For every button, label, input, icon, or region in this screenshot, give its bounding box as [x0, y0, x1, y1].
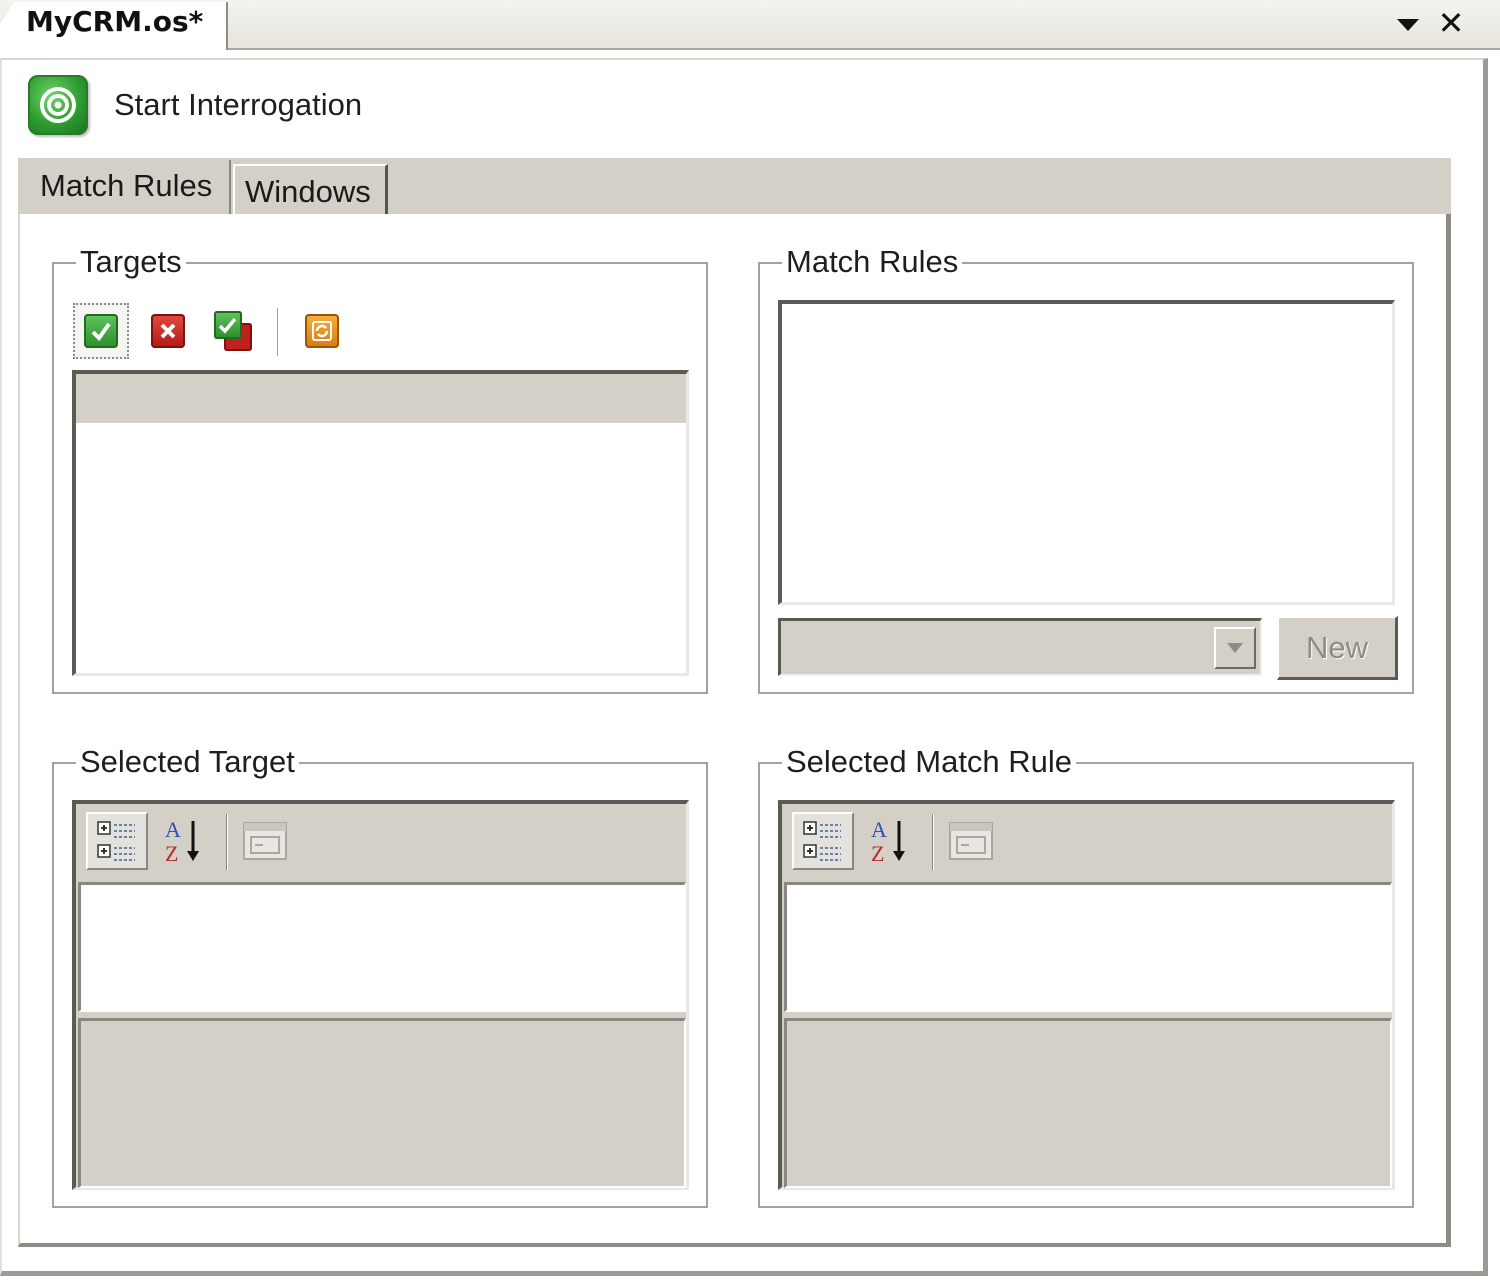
- alphabetical-sort-icon: A Z: [871, 817, 905, 865]
- document-tab-strip: MyCRM.os* ✕: [0, 0, 1500, 50]
- document-tab-title[interactable]: MyCRM.os*: [26, 2, 203, 42]
- property-description-pane: [78, 1018, 686, 1188]
- categorized-button[interactable]: [86, 812, 148, 870]
- check-multiple-icon: [212, 309, 256, 353]
- selected-match-rule-property-grid: A Z: [778, 800, 1395, 1190]
- combo-dropdown-icon[interactable]: [1214, 627, 1256, 669]
- svg-text:A: A: [165, 817, 181, 842]
- start-interrogation-label: Start Interrogation: [114, 87, 363, 122]
- tab-windows[interactable]: Windows: [233, 164, 388, 216]
- chevron-down-icon[interactable]: [1394, 15, 1422, 35]
- alphabetical-sort-button[interactable]: A Z: [858, 812, 920, 870]
- selected-target-property-grid: A Z: [72, 800, 689, 1190]
- targets-list-header: [76, 374, 686, 423]
- categorized-icon: [97, 821, 135, 861]
- check-multiple-button[interactable]: [206, 303, 262, 359]
- check-icon: [84, 314, 118, 348]
- refresh-button[interactable]: [294, 303, 350, 359]
- property-pages-icon: [243, 822, 287, 860]
- toolbar-separator: [932, 814, 934, 870]
- categorized-icon: [803, 821, 841, 861]
- close-icon[interactable]: ✕: [1434, 6, 1468, 40]
- property-grid-toolbar: A Z: [782, 804, 1392, 878]
- property-pages-icon: [949, 822, 993, 860]
- selected-target-group-title: Selected Target: [76, 742, 299, 782]
- svg-text:Z: Z: [871, 841, 884, 865]
- property-grid-toolbar: A Z: [76, 804, 686, 878]
- svg-text:Z: Z: [165, 841, 178, 865]
- tab-match-rules[interactable]: Match Rules: [20, 160, 231, 218]
- targets-list[interactable]: [72, 370, 689, 676]
- toolbar-separator: [226, 814, 228, 870]
- property-description-pane: [784, 1018, 1392, 1188]
- match-rules-group-title: Match Rules: [782, 242, 963, 282]
- categorized-button[interactable]: [792, 812, 854, 870]
- toolbar-separator: [277, 308, 279, 356]
- alphabetical-sort-icon: A Z: [165, 817, 199, 865]
- new-button[interactable]: New: [1277, 616, 1398, 680]
- targets-group-title: Targets: [76, 242, 186, 282]
- property-grid-rows[interactable]: [78, 882, 686, 1012]
- target-icon: [28, 75, 88, 135]
- alphabetical-sort-button[interactable]: A Z: [152, 812, 214, 870]
- match-rule-type-combo[interactable]: [778, 618, 1262, 676]
- delete-button[interactable]: [140, 303, 196, 359]
- svg-text:A: A: [871, 817, 887, 842]
- delete-icon: [151, 314, 185, 348]
- property-grid-rows[interactable]: [784, 882, 1392, 1012]
- refresh-icon: [305, 314, 339, 348]
- property-pages-button[interactable]: [234, 812, 296, 870]
- selected-match-rule-group-title: Selected Match Rule: [782, 742, 1077, 782]
- match-rules-list[interactable]: [778, 300, 1395, 605]
- check-button[interactable]: [73, 303, 129, 359]
- start-interrogation-button[interactable]: Start Interrogation: [28, 74, 368, 136]
- property-pages-button[interactable]: [940, 812, 1002, 870]
